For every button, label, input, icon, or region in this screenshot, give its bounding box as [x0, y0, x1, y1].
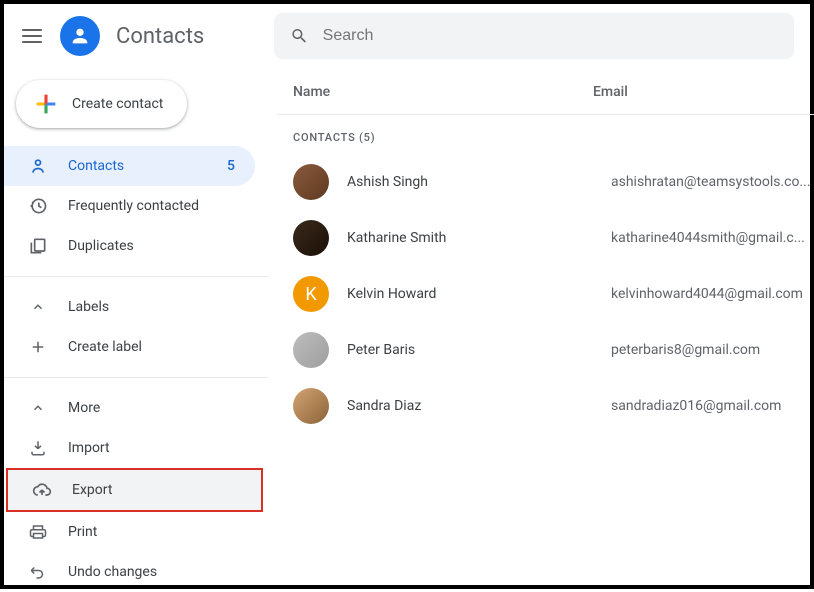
contact-email: peterbaris8@gmail.com [611, 342, 811, 358]
sidebar-item-label: More [68, 400, 100, 416]
sidebar-item-create-label[interactable]: Create label [4, 327, 255, 367]
undo-icon [28, 562, 48, 582]
divider [4, 377, 269, 378]
header: Contacts [4, 4, 810, 68]
sidebar-item-duplicates[interactable]: Duplicates [4, 226, 255, 266]
import-icon [28, 438, 48, 458]
sidebar-item-labels[interactable]: Labels [4, 287, 255, 327]
sidebar-item-print[interactable]: Print [4, 512, 255, 552]
main-content: Name Email CONTACTS (5) Ashish Singh ashi… [269, 68, 814, 585]
sidebar-item-frequently-contacted[interactable]: Frequently contacted [4, 186, 255, 226]
sidebar-item-label: Frequently contacted [68, 198, 199, 214]
contact-row[interactable]: Peter Baris peterbaris8@gmail.com [277, 322, 814, 378]
avatar [293, 332, 329, 368]
sidebar-item-import[interactable]: Import [4, 428, 255, 468]
contact-row[interactable]: Ashish Singh ashishratan@teamsystools.co.… [277, 154, 814, 210]
person-icon [69, 25, 91, 47]
contact-row[interactable]: Sandra Diaz sandradiaz016@gmail.com [277, 378, 814, 434]
contact-email: ashishratan@teamsystools.co... [611, 174, 811, 190]
person-outline-icon [28, 156, 48, 176]
search-bar[interactable] [274, 13, 794, 59]
cloud-upload-icon [32, 480, 52, 500]
sidebar-item-label: Print [68, 524, 97, 540]
contact-name: Sandra Diaz [347, 398, 593, 414]
contact-row[interactable]: Katharine Smith katharine4044smith@gmail.… [277, 210, 814, 266]
contact-name: Kelvin Howard [347, 286, 593, 302]
contact-name: Ashish Singh [347, 174, 593, 190]
create-contact-button[interactable]: Create contact [16, 80, 187, 128]
contact-name: Katharine Smith [347, 230, 593, 246]
history-icon [28, 196, 48, 216]
contact-email: kelvinhoward4044@gmail.com [611, 286, 811, 302]
duplicates-icon [28, 236, 48, 256]
sidebar-item-more[interactable]: More [4, 388, 255, 428]
export-highlight-box: Export [6, 468, 263, 512]
sidebar-item-label: Undo changes [68, 564, 157, 580]
sidebar-item-export[interactable]: Export [8, 470, 261, 510]
app-title: Contacts [116, 24, 204, 49]
sidebar-item-label: Duplicates [68, 238, 134, 254]
hamburger-menu-icon[interactable] [20, 24, 44, 48]
sidebar-item-undo[interactable]: Undo changes [4, 552, 255, 592]
contact-row[interactable]: K Kelvin Howard kelvinhoward4044@gmail.com [277, 266, 814, 322]
avatar [293, 388, 329, 424]
sidebar-item-contacts[interactable]: Contacts 5 [4, 146, 255, 186]
contact-email: katharine4044smith@gmail.c... [611, 230, 811, 246]
create-contact-label: Create contact [72, 96, 163, 112]
contacts-section-label: CONTACTS (5) [277, 115, 814, 154]
sidebar-item-label: Export [72, 482, 112, 498]
print-icon [28, 522, 48, 542]
column-email: Email [593, 84, 628, 100]
plus-small-icon [28, 337, 48, 357]
column-name: Name [293, 84, 593, 100]
contact-email: sandradiaz016@gmail.com [611, 398, 811, 414]
contacts-count: 5 [227, 158, 235, 174]
plus-icon [32, 90, 60, 118]
sidebar-item-label: Contacts [68, 158, 124, 174]
chevron-up-icon [28, 398, 48, 418]
avatar [293, 164, 329, 200]
app-logo [60, 16, 100, 56]
sidebar: Create contact Contacts 5 Frequently con… [4, 68, 269, 585]
chevron-up-icon [28, 297, 48, 317]
table-header: Name Email [277, 84, 814, 115]
sidebar-item-label: Labels [68, 299, 109, 315]
sidebar-item-label: Import [68, 440, 110, 456]
avatar: K [293, 276, 329, 312]
divider [4, 276, 269, 277]
contact-name: Peter Baris [347, 342, 593, 358]
search-input[interactable] [323, 27, 778, 45]
sidebar-item-label: Create label [68, 339, 142, 355]
avatar [293, 220, 329, 256]
search-icon [290, 26, 309, 46]
